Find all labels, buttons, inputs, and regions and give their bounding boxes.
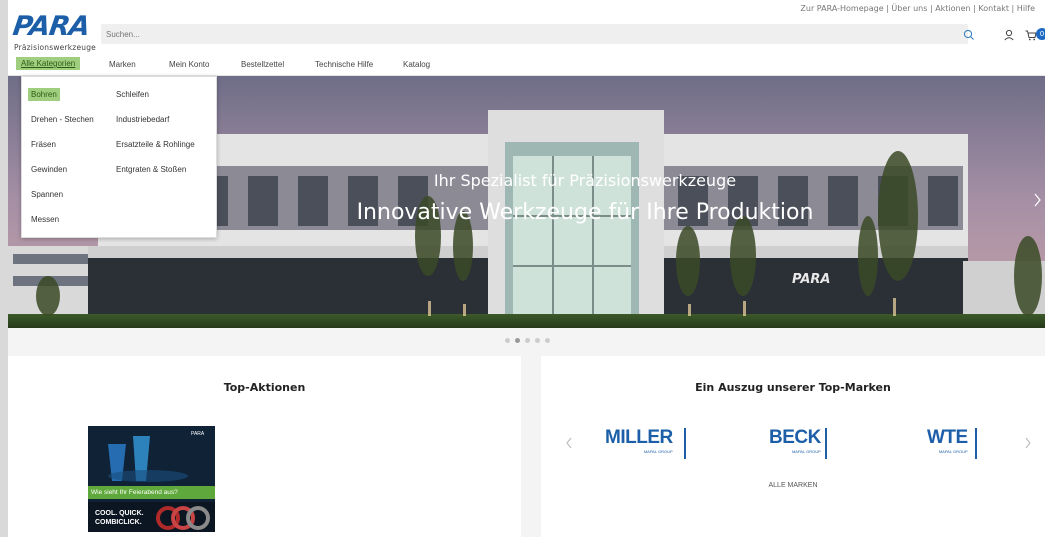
slider-dot-active[interactable] bbox=[515, 338, 520, 343]
brand-group: MAPAL GROUP bbox=[643, 449, 673, 454]
categories-dropdown: Bohren Drehen - Stechen Fräsen Gewinden … bbox=[21, 76, 217, 238]
slider-dot[interactable] bbox=[525, 338, 530, 343]
chevron-right-icon bbox=[1034, 193, 1041, 207]
cart-count-badge: 0 bbox=[1036, 28, 1045, 40]
utility-link-hilfe[interactable]: Hilfe bbox=[1017, 4, 1035, 13]
logo-subtitle: Präzisionswerkzeuge bbox=[14, 43, 96, 52]
main-nav: Alle Kategorien Marken Mein Konto Bestel… bbox=[8, 54, 1045, 76]
utility-link-aktionen[interactable]: Aktionen bbox=[935, 4, 970, 13]
category-fraesen[interactable]: Fräsen bbox=[31, 140, 56, 149]
promo-logo: PARA bbox=[191, 431, 205, 437]
brands-next-button[interactable] bbox=[1024, 436, 1032, 454]
building-sign: PARA bbox=[792, 272, 831, 287]
slider-dot[interactable] bbox=[535, 338, 540, 343]
chevron-left-icon bbox=[566, 437, 572, 449]
brand-logo-beck[interactable]: BECK MAPAL GROUP bbox=[769, 427, 827, 459]
slider-dots bbox=[505, 338, 565, 344]
logo-wordmark: PARA bbox=[10, 11, 92, 42]
category-messen[interactable]: Messen bbox=[31, 215, 59, 224]
search-input[interactable] bbox=[106, 27, 926, 41]
top-bar: PARA Präzisionswerkzeuge Zur PARA-Homepa… bbox=[8, 0, 1045, 54]
chevron-right-icon bbox=[1025, 437, 1031, 449]
utility-links: Zur PARA-Homepage | Über uns | Aktionen … bbox=[800, 4, 1035, 13]
nav-item-technische-hilfe[interactable]: Technische Hilfe bbox=[315, 60, 373, 69]
hero-next-button[interactable] bbox=[1033, 191, 1045, 211]
brand-divider bbox=[684, 428, 686, 459]
brand-group: MAPAL GROUP bbox=[791, 449, 821, 454]
search-button[interactable] bbox=[962, 27, 976, 41]
search-bar bbox=[101, 24, 968, 44]
brand-divider bbox=[825, 428, 827, 459]
logo[interactable]: PARA Präzisionswerkzeuge bbox=[10, 11, 99, 55]
user-icon bbox=[1004, 29, 1014, 41]
brands-prev-button[interactable] bbox=[565, 436, 573, 454]
nav-item-katalog[interactable]: Katalog bbox=[403, 60, 430, 69]
nav-item-marken[interactable]: Marken bbox=[109, 60, 136, 69]
cart-button[interactable]: 0 bbox=[1024, 27, 1045, 41]
category-ersatzteile-rohlinge[interactable]: Ersatzteile & Rohlinge bbox=[116, 140, 195, 149]
nav-item-mein-konto[interactable]: Mein Konto bbox=[169, 60, 209, 69]
top-actions-title: Top-Aktionen bbox=[223, 381, 306, 394]
slider-dot[interactable] bbox=[505, 338, 510, 343]
brand-divider bbox=[975, 428, 977, 459]
slider-dot[interactable] bbox=[545, 338, 550, 343]
top-actions-panel: Top-Aktionen PARA Wie sieht Ihr Feierabe… bbox=[8, 356, 521, 537]
brand-name: WTE bbox=[927, 427, 968, 448]
page: PARA Präzisionswerkzeuge Zur PARA-Homepa… bbox=[8, 0, 1045, 537]
top-brands-title: Ein Auszug unserer Top-Marken bbox=[695, 381, 891, 394]
category-bohren[interactable]: Bohren bbox=[28, 88, 60, 101]
category-industriebedarf[interactable]: Industriebedarf bbox=[116, 115, 169, 124]
brand-logo-wte[interactable]: WTE MAPAL GROUP bbox=[927, 427, 977, 459]
nav-item-alle-kategorien[interactable]: Alle Kategorien bbox=[16, 57, 81, 70]
category-schleifen[interactable]: Schleifen bbox=[116, 90, 149, 99]
promo-line1: COOL. QUICK. bbox=[95, 510, 144, 517]
promo-headline: Wie sieht Ihr Feierabend aus? bbox=[88, 486, 215, 499]
brand-name: MILLER bbox=[605, 427, 673, 448]
category-spannen[interactable]: Spannen bbox=[31, 190, 63, 199]
category-drehen-stechen[interactable]: Drehen - Stechen bbox=[31, 115, 94, 124]
category-gewinden[interactable]: Gewinden bbox=[31, 165, 67, 174]
promo-line2: COMBICLICK. bbox=[95, 519, 142, 526]
search-icon bbox=[963, 29, 974, 40]
utility-link-kontakt[interactable]: Kontakt bbox=[978, 4, 1009, 13]
promo-banner[interactable]: PARA Wie sieht Ihr Feierabend aus? COOL.… bbox=[88, 426, 215, 532]
brand-logo-miller[interactable]: MILLER MAPAL GROUP bbox=[605, 427, 686, 459]
utility-link-about[interactable]: Über uns bbox=[891, 4, 927, 13]
utility-link-homepage[interactable]: Zur PARA-Homepage bbox=[800, 4, 883, 13]
brand-group: MAPAL GROUP bbox=[938, 449, 968, 454]
top-brands-panel: Ein Auszug unserer Top-Marken MILLER MAP… bbox=[541, 356, 1045, 537]
nav-item-bestellzettel[interactable]: Bestellzettel bbox=[241, 60, 284, 69]
category-entgraten-stossen[interactable]: Entgraten & Stoßen bbox=[116, 165, 186, 174]
account-button[interactable] bbox=[1002, 27, 1016, 41]
all-brands-link[interactable]: ALLE MARKEN bbox=[541, 482, 1045, 489]
brand-name: BECK bbox=[769, 427, 821, 448]
utility-separator: | bbox=[1009, 4, 1017, 13]
